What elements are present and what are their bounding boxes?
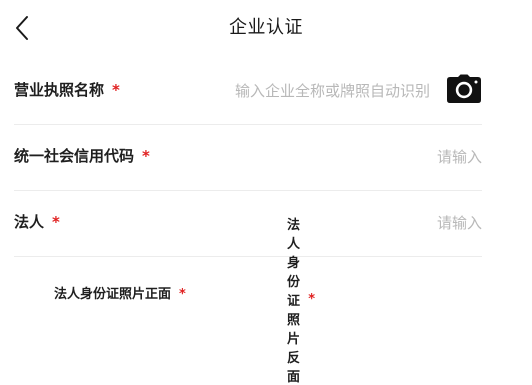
id-front-caption: 法人身份证照片正面 *: [54, 287, 186, 302]
id-back-caption: 法人身份证照片反面 *: [287, 217, 315, 385]
enterprise-certification-screen: 企业认证 营业执照名称 * 输入企业全称或牌照自动识别 统一社会信用代码 * 请输入…: [0, 0, 532, 385]
id-photo-captions: 法人身份证照片正面 * 法人身份证照片反面 *: [0, 218, 532, 385]
required-mark: *: [179, 287, 186, 302]
business-license-name-input[interactable]: 输入企业全称或牌照自动识别: [235, 80, 430, 101]
legal-person-label: 法人 *: [14, 213, 60, 231]
credit-code-input[interactable]: 请输入: [437, 146, 482, 167]
credit-code-label: 统一社会信用代码 *: [14, 147, 150, 165]
header-bar: 企业认证: [0, 0, 532, 56]
credit-code-row[interactable]: 统一社会信用代码 * 请输入: [14, 124, 482, 191]
required-mark: *: [52, 213, 60, 231]
required-mark: *: [142, 147, 150, 165]
page-title: 企业认证: [229, 17, 303, 38]
business-license-name-label: 营业执照名称 *: [14, 81, 120, 99]
business-license-name-row[interactable]: 营业执照名称 * 输入企业全称或牌照自动识别: [14, 58, 482, 125]
camera-icon: [447, 74, 481, 103]
legal-person-input[interactable]: 请输入: [437, 212, 482, 233]
required-mark: *: [308, 291, 315, 307]
required-mark: *: [112, 81, 120, 99]
legal-person-row[interactable]: 法人 * 请输入: [14, 190, 482, 257]
scan-license-button[interactable]: [446, 74, 482, 104]
